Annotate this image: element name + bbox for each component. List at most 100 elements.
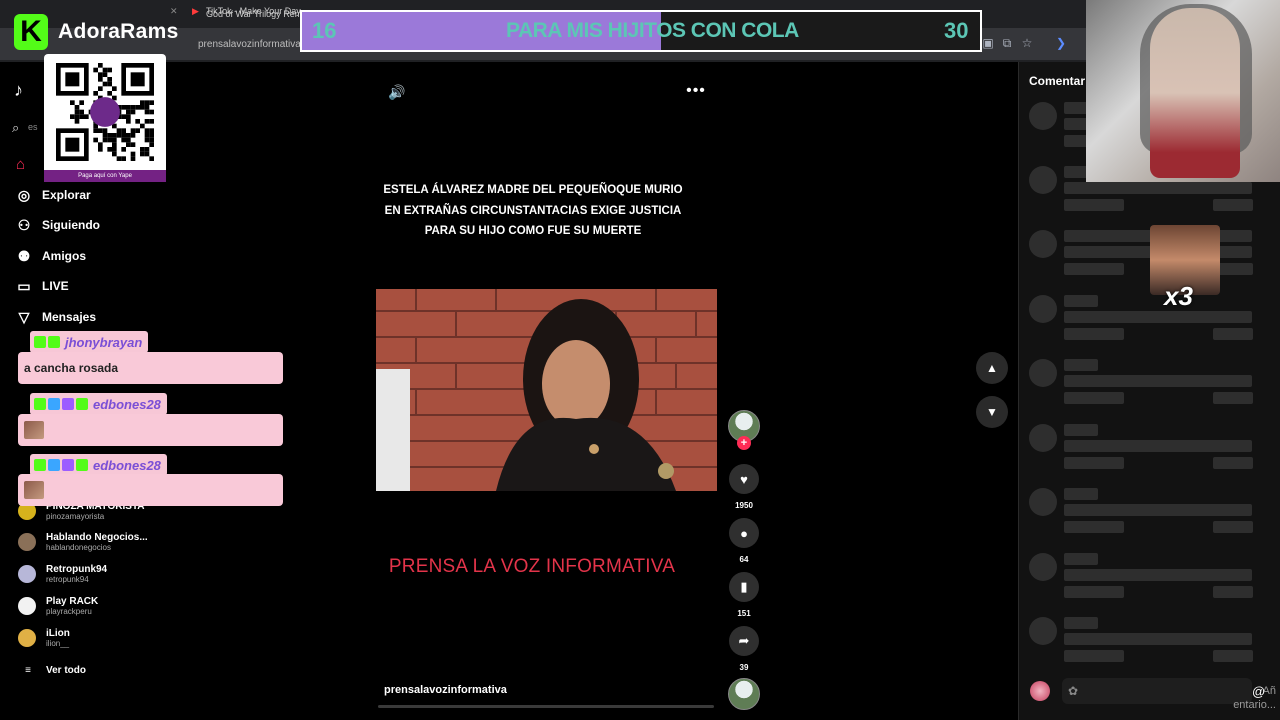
account-handle: pinozamayorista — [46, 511, 105, 521]
account-name: iLion — [46, 627, 70, 639]
comment-skeleton-avatar — [1029, 166, 1057, 194]
comment-button[interactable]: ● — [729, 518, 759, 548]
comment-skeleton-avatar — [1029, 230, 1057, 258]
search-icon[interactable]: ⌕ — [12, 120, 19, 136]
heart-icon: ♥ — [740, 471, 748, 487]
headline-line: PARA SU HIJO COMO FUE SU MUERTE — [424, 225, 642, 237]
comment-skeleton-line — [1064, 504, 1252, 516]
comment-skeleton-line — [1064, 617, 1098, 629]
comments-title: Comentar — [1029, 74, 1086, 88]
comment-skeleton-line — [1064, 263, 1124, 275]
messages-icon: ▽ — [18, 308, 30, 325]
nav-mensajes[interactable]: ▽ Mensajes — [14, 305, 96, 329]
tab-god-of-war[interactable]: God of War Trilogy Remak — [206, 9, 312, 27]
comment-skeleton-line — [1213, 586, 1253, 598]
chat-username: edbones28 — [93, 396, 161, 412]
video-still — [376, 289, 717, 491]
nav-label: Explorar — [42, 188, 91, 202]
cast-icon[interactable]: ⧉ — [1000, 36, 1014, 50]
author-name[interactable]: prensalavozinformativa — [384, 684, 507, 696]
account-item[interactable]: Retropunk94 retropunk94 — [18, 559, 107, 589]
extension-icon[interactable]: ▣ — [981, 36, 995, 50]
avatar — [18, 565, 36, 583]
avatar — [18, 533, 36, 551]
nav-amigos[interactable]: ⚉ Amigos — [14, 244, 86, 268]
comment-skeleton-line — [1213, 650, 1253, 662]
video-progress-bar[interactable] — [378, 705, 714, 708]
comment-skeleton-line — [1064, 457, 1124, 469]
account-item[interactable]: Play RACK playrackperu — [18, 591, 98, 621]
volume-icon[interactable]: 🔊 — [388, 84, 406, 102]
nav-explorar[interactable]: ◎ Explorar — [14, 183, 91, 207]
bookmark-icon: ▮ — [740, 579, 748, 594]
comment-skeleton-line — [1064, 392, 1124, 404]
comment-skeleton-avatar — [1029, 102, 1057, 130]
like-button[interactable]: ♥ — [729, 464, 759, 494]
comment-skeleton-line — [1213, 392, 1253, 404]
account-item[interactable]: Hablando Negocios... hablandonegocios — [18, 527, 148, 557]
previous-video-button[interactable]: ▲ — [976, 352, 1008, 384]
nav-live[interactable]: ▭ LIVE — [14, 274, 68, 298]
bookmark-star-icon[interactable]: ☆ — [1020, 36, 1034, 50]
mention-icon[interactable]: @ — [1252, 684, 1265, 699]
comment-skeleton-line — [1064, 553, 1098, 565]
nav-label: Mensajes — [42, 310, 97, 324]
gift-badge-icon — [48, 459, 60, 471]
comment-skeleton-line — [1064, 569, 1252, 581]
account-handle: retropunk94 — [46, 574, 89, 584]
gift-badge-icon — [48, 398, 60, 410]
chat-username-tag: edbones28 — [30, 454, 167, 476]
chevron-up-icon: ▲ — [986, 361, 998, 375]
chat-username: jhonybrayan — [65, 334, 143, 350]
comment-skeleton-line — [1064, 424, 1098, 436]
goal-current: 16 — [312, 18, 337, 43]
video-brand-text: PRENSA LA VOZ INFORMATIVA — [388, 556, 676, 577]
chat-username-tag: edbones28 — [30, 393, 167, 415]
comment-skeleton-avatar — [1029, 488, 1057, 516]
comment-skeleton-line — [1064, 440, 1252, 452]
account-name: Play RACK — [46, 595, 99, 607]
kick-badge-icon — [34, 398, 46, 410]
chevron-down-icon: ▼ — [986, 405, 998, 419]
comment-skeleton-line — [1064, 488, 1098, 500]
comment-skeleton-line — [1064, 311, 1252, 323]
nav-label: Siguiendo — [42, 218, 100, 232]
comment-skeleton-line — [1064, 375, 1252, 387]
comment-skeleton-line — [1064, 521, 1124, 533]
more-options-icon[interactable]: ••• — [686, 82, 706, 100]
save-count: 151 — [737, 609, 751, 618]
emote-icon — [24, 481, 44, 499]
chat-text: a cancha rosada — [24, 361, 119, 375]
share-count: 39 — [739, 663, 749, 672]
user-avatar[interactable] — [1030, 681, 1050, 701]
avatar — [18, 629, 36, 647]
home-icon[interactable]: ⌂ — [16, 156, 25, 173]
account-name: Hablando Negocios... — [46, 531, 148, 543]
avatar — [18, 597, 36, 615]
goal-title: PARA MIS HIJITOS CON COLA — [506, 19, 799, 42]
following-icon: ⚇ — [17, 216, 31, 233]
tiktok-logo-icon[interactable]: ♪ — [14, 80, 23, 101]
moon-badge-icon — [62, 398, 74, 410]
sub-badge-icon — [76, 398, 88, 410]
save-button[interactable]: ▮ — [729, 572, 759, 602]
share-button[interactable]: ➦ — [729, 626, 759, 656]
comment-skeleton-line — [1213, 199, 1253, 211]
extension-blue-icon[interactable]: ❯ — [1054, 36, 1068, 50]
follow-plus-icon[interactable]: + — [737, 436, 751, 450]
account-handle: hablandonegocios — [46, 542, 111, 552]
next-video-button[interactable]: ▼ — [976, 396, 1008, 428]
emoji-icon[interactable]: ✿ — [1068, 684, 1078, 698]
see-all-link[interactable]: ≡ Ver todo — [18, 658, 86, 682]
sound-disc-avatar[interactable] — [728, 678, 760, 710]
comment-input[interactable] — [1062, 678, 1252, 704]
chat-message — [18, 474, 283, 506]
search-input[interactable]: es — [28, 122, 38, 132]
account-item[interactable]: iLion ilion__ — [18, 623, 70, 653]
account-name: Retropunk94 — [46, 563, 108, 575]
comment-skeleton-line — [1213, 328, 1253, 340]
share-icon: ➦ — [738, 633, 750, 648]
nav-siguiendo[interactable]: ⚇ Siguiendo — [14, 213, 100, 237]
chat-username: edbones28 — [93, 457, 161, 473]
chat-message — [18, 414, 283, 446]
